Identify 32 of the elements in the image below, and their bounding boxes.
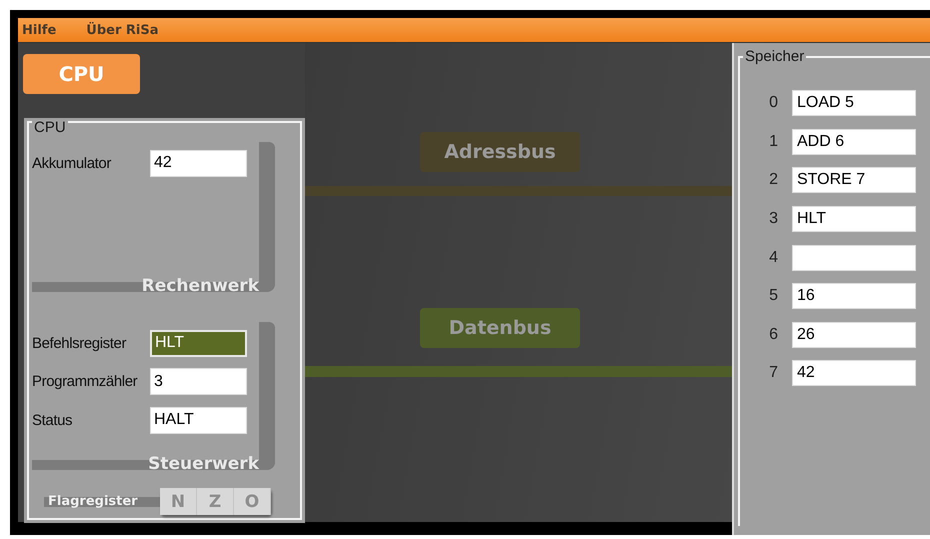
memory-address: 3 xyxy=(768,210,779,228)
bus-label: Adressbus xyxy=(420,132,580,172)
memory-address: 7 xyxy=(768,364,779,382)
unit-title: Rechenwerk xyxy=(142,277,259,295)
menu-item[interactable]: Über RiSa xyxy=(86,22,158,38)
memory-field[interactable] xyxy=(792,244,916,271)
memory-address: 1 xyxy=(768,132,779,151)
memory-address: 0 xyxy=(768,94,779,112)
menu-item[interactable]: Hilfe xyxy=(22,22,56,38)
memory-field[interactable]: HLT xyxy=(792,206,916,232)
memory-field[interactable]: 26 xyxy=(792,322,916,348)
memory-field[interactable]: 42 xyxy=(792,360,916,386)
flagregister-label: Flagregister xyxy=(48,494,138,508)
memory-address: 5 xyxy=(768,287,779,306)
register-field[interactable]: 3 xyxy=(150,368,247,396)
memory-address: 4 xyxy=(768,248,779,267)
register-label: Status xyxy=(32,412,74,429)
memory-address: 2 xyxy=(768,171,779,190)
memory-field[interactable]: ADD 6 xyxy=(792,128,916,155)
memory-field[interactable]: LOAD 5 xyxy=(792,90,916,116)
register-field[interactable]: 42 xyxy=(150,150,247,177)
unit-title: Steuerwerk xyxy=(148,455,259,473)
register-label: Befehlsregister xyxy=(32,334,128,352)
register-label: Programmzähler xyxy=(32,373,138,390)
register-label: Akkumulator xyxy=(32,154,112,172)
memory-address: 6 xyxy=(768,326,779,344)
memory-field[interactable]: STORE 7 xyxy=(792,167,916,194)
register-field[interactable]: HALT xyxy=(150,406,247,434)
register-field[interactable]: HLT xyxy=(150,330,247,357)
memory-field[interactable]: 16 xyxy=(792,283,916,310)
bus-label: Datenbus xyxy=(420,308,580,348)
groupbox-title: Speicher xyxy=(743,49,806,65)
